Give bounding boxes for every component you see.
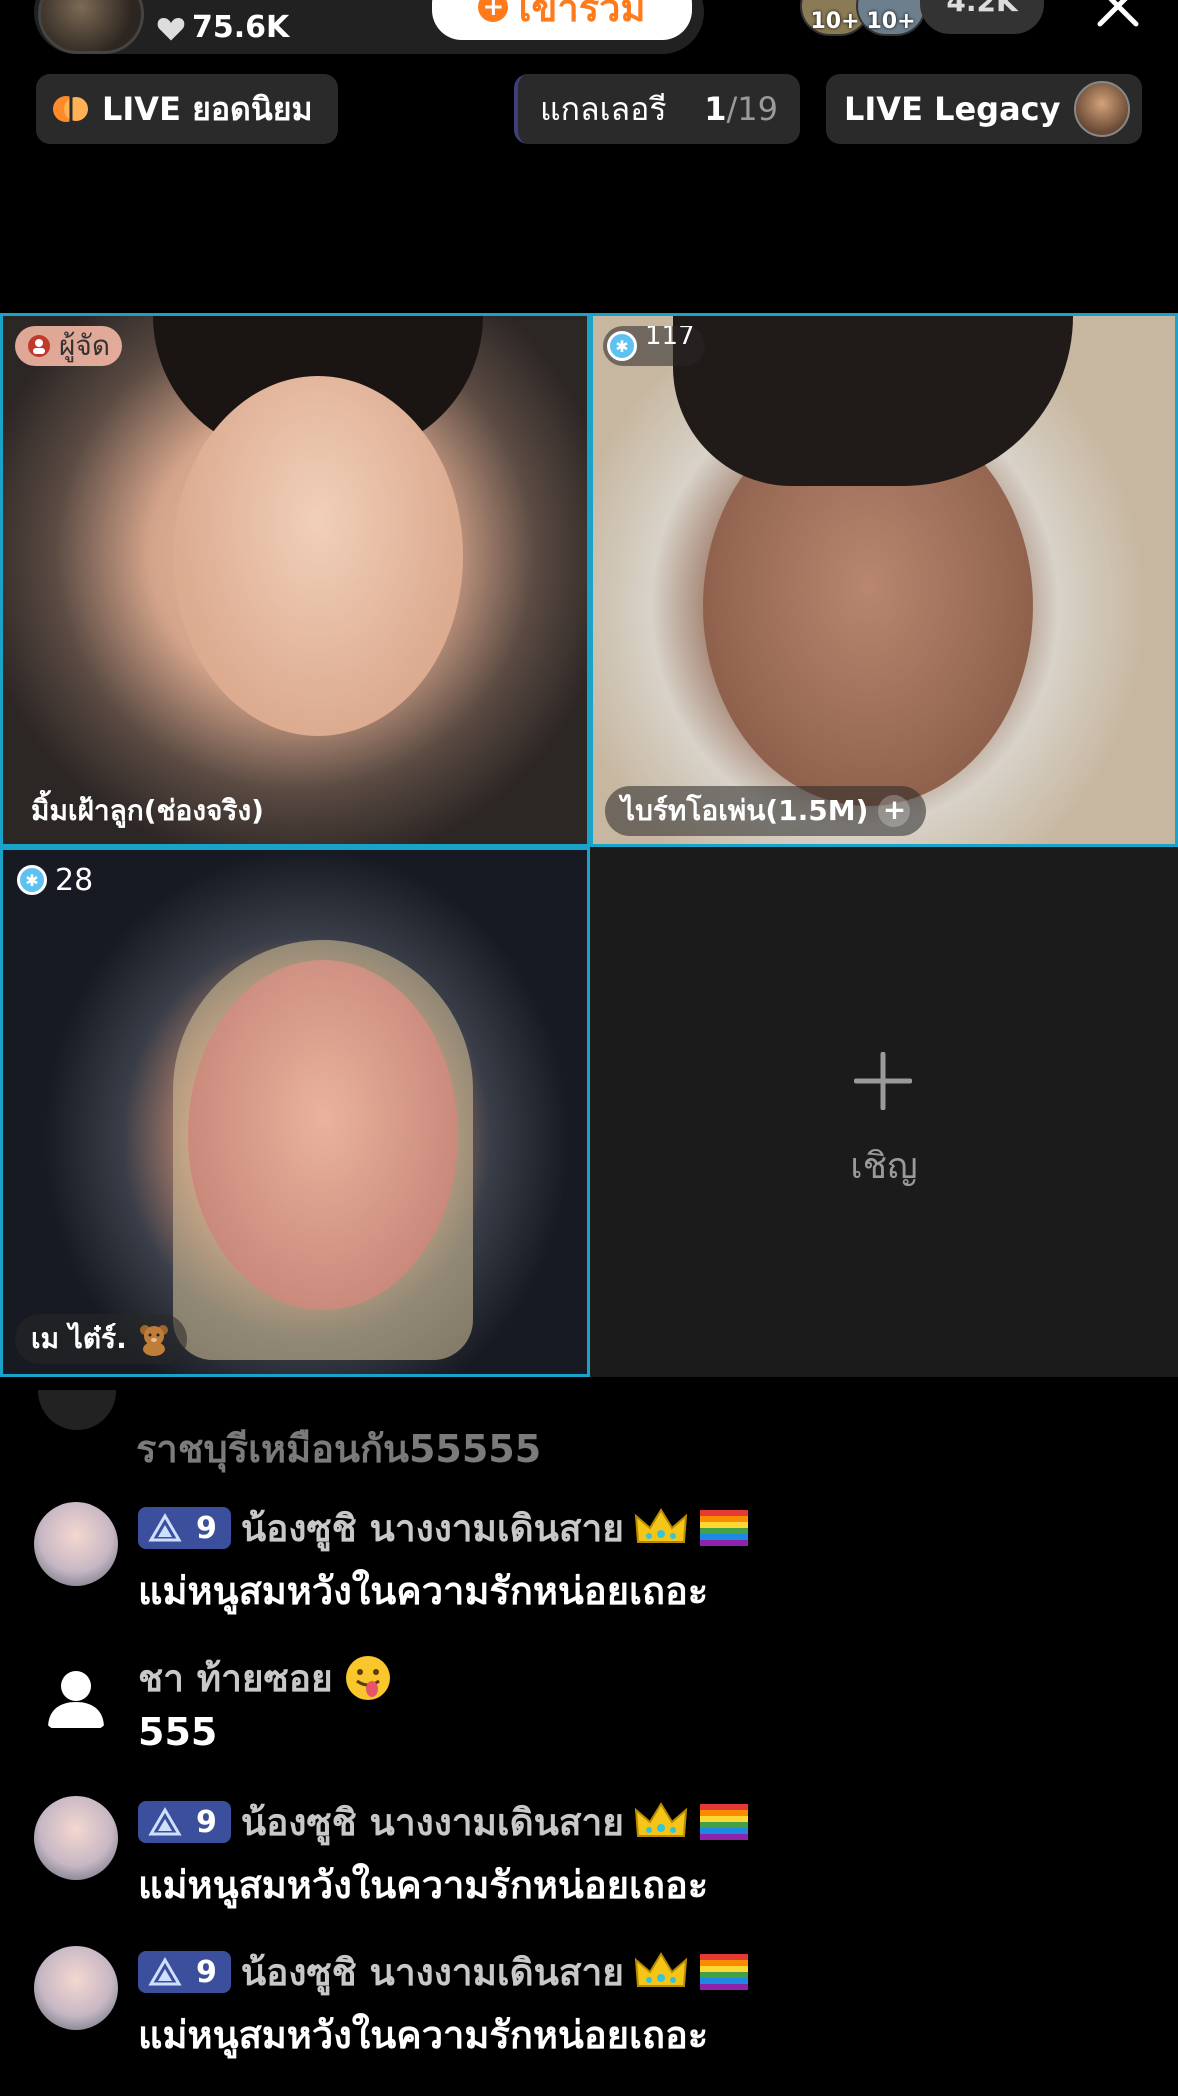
guest-rank-badge: ✱ 28: [13, 860, 103, 900]
host-video-tile[interactable]: ผู้จัด มิ้มเฝ้าลูก(ช่องจริง): [0, 313, 590, 847]
guest-name-tag[interactable]: ไบร์ทโอเพ่น(1.5M) +: [605, 786, 927, 836]
gallery-total: /19: [726, 90, 779, 128]
host-role-label: ผู้จัด: [59, 329, 110, 362]
avatar[interactable]: [34, 1502, 118, 1586]
video-frame-face: [188, 960, 458, 1310]
host-name: มิ้มเฝ้าลูก(ช่องจริง): [31, 794, 264, 827]
chat-username[interactable]: น้องซูชิ นางงามเดินสาย: [241, 1499, 624, 1558]
default-avatar-icon: [48, 1671, 104, 1728]
join-label: เข้าร่วม: [518, 0, 646, 30]
guest-name-tag[interactable]: เม ไต๋ร์.: [15, 1314, 187, 1364]
chat-message-text: แม่หนูสมหวังในความรักหน่อยเถอะ: [138, 1863, 709, 1907]
level-badge: 9: [138, 1951, 231, 1993]
level-badge: 9: [138, 1801, 231, 1843]
level-arrow-icon: [148, 1957, 182, 1986]
avatar[interactable]: [38, 1390, 116, 1430]
level-arrow-icon: [148, 1807, 182, 1836]
level-badge: 9: [138, 1507, 231, 1549]
chat-message-text: 555: [138, 1710, 218, 1754]
video-frame-face: [173, 376, 463, 736]
guest-name: ไบร์ทโอเพ่น(1.5M): [621, 794, 869, 827]
chat-username[interactable]: น้องซูชิ นางงามเดินสาย: [241, 1793, 624, 1852]
guest-video-tile[interactable]: ✱ 28 เม ไต๋ร์.: [0, 847, 590, 1377]
live-popular-button[interactable]: LIVE ยอดนิยม: [36, 74, 338, 144]
guest-rank-badge: ✱ 117: [603, 326, 705, 366]
level-number: 9: [196, 1804, 217, 1840]
crown-icon: [634, 1508, 688, 1543]
rainbow-flag-icon: [699, 1954, 748, 1990]
heart-icon: [157, 17, 185, 40]
chat-feed[interactable]: ราชบุรีเหมือนกัน55555 9 น้องซูชิ นางงามเ…: [0, 1390, 1178, 2096]
crown-icon: [634, 1802, 688, 1837]
guest-video-tile[interactable]: ✱ 117 ไบร์ทโอเพ่น(1.5M) +: [590, 313, 1178, 847]
invite-slot[interactable]: เชิญ: [590, 847, 1178, 1377]
rainbow-flag-icon: [699, 1510, 748, 1546]
crown-icon: [634, 1952, 688, 1987]
add-icon: +: [478, 0, 509, 22]
avatar[interactable]: [34, 1652, 118, 1736]
host-icon: [28, 335, 50, 357]
level-arrow-icon: [148, 1513, 182, 1542]
level-number: 9: [196, 1954, 217, 1990]
chat-username[interactable]: ชา ท้ายซอย: [138, 1649, 333, 1708]
live-legacy-label: LIVE Legacy: [844, 90, 1061, 128]
top-bar: 75.6K + เข้าร่วม 10+ 10+ 4.2K: [0, 0, 1178, 56]
viewer-avatar[interactable]: 10+: [856, 0, 926, 36]
chat-username[interactable]: น้องซูชิ นางงามเดินสาย: [241, 1943, 624, 2002]
legacy-badge-icon: [1074, 81, 1131, 137]
viewer-badge: 10+: [866, 9, 916, 34]
gallery-label: แกลเลอรี: [540, 89, 667, 128]
video-frame-hair: [673, 316, 1073, 486]
guest-name: เม ไต๋ร์.: [31, 1322, 127, 1355]
level-number: 9: [196, 1510, 217, 1546]
top-viewers[interactable]: 10+ 10+: [800, 0, 926, 36]
close-icon[interactable]: [1096, 0, 1140, 28]
like-count: 75.6K: [192, 10, 290, 45]
join-button[interactable]: + เข้าร่วม: [432, 0, 692, 40]
teddy-bear-icon: [139, 1325, 168, 1356]
host-role-badge: ผู้จัด: [15, 326, 122, 366]
viewer-count[interactable]: 4.2K: [920, 0, 1044, 34]
chat-message-text: แม่หนูสมหวังในความรักหน่อยเถอะ: [138, 2013, 709, 2057]
chat-message-text: แม่หนูสมหวังในความรักหน่อยเถอะ: [138, 1569, 709, 1613]
rank-star-icon: ✱: [17, 865, 47, 895]
follow-add-icon[interactable]: +: [878, 795, 911, 827]
invite-label: เชิญ: [850, 1146, 918, 1187]
like-counter: 75.6K: [156, 10, 289, 45]
add-icon: [854, 1052, 912, 1110]
avatar[interactable]: [34, 1946, 118, 2030]
gallery-button[interactable]: แกลเลอรี 1/19: [514, 74, 800, 144]
guest-rank: 28: [55, 862, 94, 898]
host-name-tag[interactable]: มิ้มเฝ้าลูก(ช่องจริง): [15, 786, 280, 836]
tongue-face-icon: [345, 1656, 390, 1700]
rank-star-icon: ✱: [607, 331, 637, 361]
guest-rank: 117: [645, 326, 695, 348]
rainbow-flag-icon: [699, 1804, 748, 1840]
live-flame-icon: [53, 96, 88, 122]
avatar[interactable]: [34, 1796, 118, 1880]
live-legacy-button[interactable]: LIVE Legacy: [826, 74, 1142, 144]
gallery-current: 1: [704, 90, 727, 128]
chat-message-text: ราชบุรีเหมือนกัน55555: [136, 1427, 542, 1471]
gallery-counter: 1/19: [704, 90, 778, 128]
live-popular-label: LIVE ยอดนิยม: [102, 89, 313, 128]
host-avatar[interactable]: [38, 0, 144, 54]
